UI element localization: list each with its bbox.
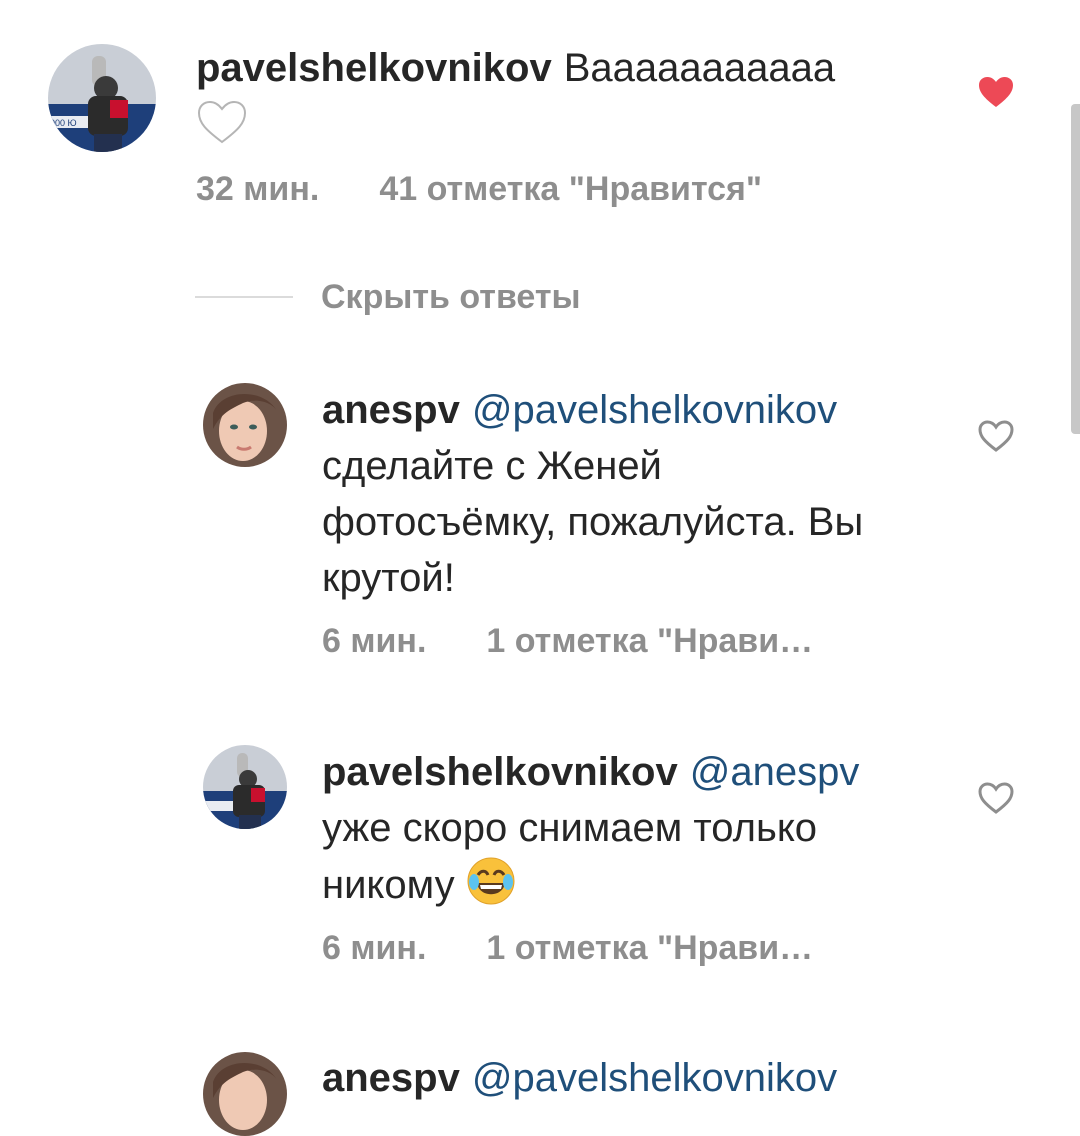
comment-likes-count[interactable]: 41 отметка "Нравится": [379, 170, 762, 208]
comment-mention[interactable]: @anespv: [690, 750, 860, 794]
comment-username[interactable]: anespv: [322, 1056, 460, 1100]
like-button[interactable]: [977, 75, 1015, 109]
comment-username[interactable]: anespv: [322, 388, 460, 432]
divider: [195, 296, 293, 298]
white-heart-icon: [196, 99, 248, 160]
avatar[interactable]: [203, 745, 287, 829]
comment-text: Вааааааааааа: [563, 46, 836, 90]
comment-text: уже скоро снимаем только никому: [322, 806, 818, 907]
comment-username[interactable]: pavelshelkovnikov: [322, 750, 678, 794]
comment-username[interactable]: pavelshelkovnikov: [196, 46, 552, 90]
comment-time: 6 мин.: [322, 622, 427, 660]
hide-replies-button[interactable]: Скрыть ответы: [195, 272, 581, 322]
svg-text:000 Ю: 000 Ю: [50, 118, 77, 128]
avatar[interactable]: [203, 1052, 287, 1136]
avatar[interactable]: 000 Ю: [48, 44, 156, 152]
heart-outline-icon: [978, 782, 1014, 814]
heart-outline-icon: [978, 420, 1014, 452]
like-button[interactable]: [977, 781, 1015, 815]
filled-heart-icon: [979, 77, 1013, 107]
hide-replies-label: Скрыть ответы: [321, 277, 581, 316]
face-with-tears-of-joy-icon: [466, 856, 516, 921]
comment-time: 32 мин.: [196, 170, 320, 208]
comment-likes-count[interactable]: 1 отметка "Нрави…: [486, 929, 813, 967]
scrollbar[interactable]: [1071, 104, 1080, 434]
comment-time: 6 мин.: [322, 929, 427, 967]
comment-likes-count[interactable]: 1 отметка "Нрави…: [486, 622, 813, 660]
like-button[interactable]: [977, 419, 1015, 453]
avatar[interactable]: [203, 383, 287, 467]
comment-mention[interactable]: @pavelshelkovnikov: [472, 388, 837, 432]
comment-mention[interactable]: @pavelshelkovnikov: [472, 1056, 837, 1100]
comment-text: сделайте с Женей фотосъёмку, пожалуйста.…: [322, 444, 864, 600]
